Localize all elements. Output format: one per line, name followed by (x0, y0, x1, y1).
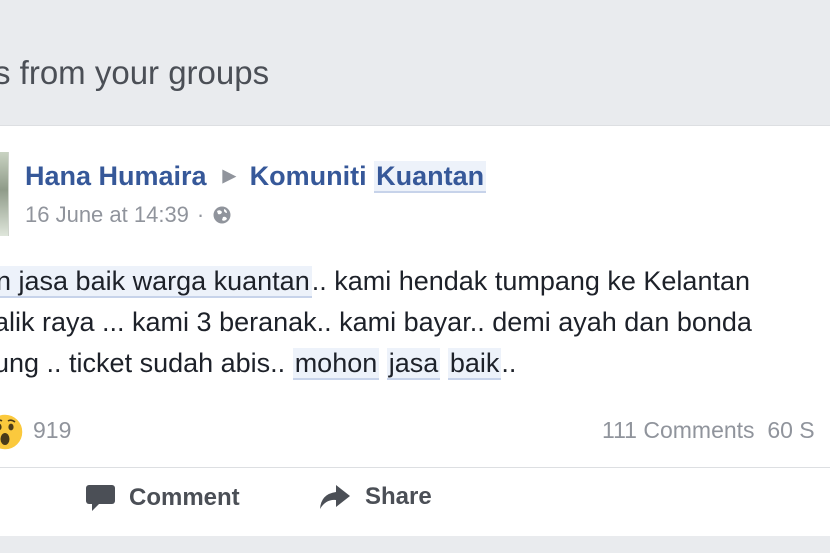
reactions-row: 919 111 Comments 60 S (0, 411, 830, 451)
comment-label: Comment (129, 484, 240, 511)
highlight-word: jasa (386, 348, 441, 380)
post-card: Hana Humaira ▶ Komuniti Kuantan 16 June … (0, 125, 830, 537)
meta-separator: · (196, 202, 205, 227)
globe-icon[interactable] (212, 205, 232, 225)
section-header: s from your groups (0, 0, 830, 125)
action-bar: e Comment Share (0, 471, 830, 531)
post-text: ung .. ticket sudah abis.. (0, 348, 293, 378)
post-line-1: n jasa baik warga kuantan.. kami hendak … (0, 261, 830, 302)
highlight-word: mohon (292, 348, 380, 380)
post-body: n jasa baik warga kuantan.. kami hendak … (0, 261, 830, 384)
wow-reaction-icon[interactable] (0, 413, 24, 451)
post-header: Hana Humaira ▶ Komuniti Kuantan (25, 157, 487, 195)
comment-icon (86, 485, 115, 511)
group-name-highlight[interactable]: Kuantan (374, 160, 487, 193)
group-link[interactable]: Komuniti Kuantan (250, 160, 487, 193)
comments-shares-count[interactable]: 111 Comments 60 S (602, 417, 815, 444)
highlight-phrase: n jasa baik warga kuantan (0, 266, 312, 298)
share-label: Share (365, 483, 432, 510)
section-title: s from your groups (0, 54, 270, 91)
comments-count[interactable]: 111 Comments (602, 417, 755, 443)
avatar[interactable] (0, 152, 9, 236)
group-name-prefix[interactable]: Komuniti (250, 161, 367, 191)
post-text: .. kami hendak tumpang ke Kelantan (311, 266, 750, 296)
bottom-strip (0, 536, 830, 553)
share-button[interactable]: Share (318, 483, 432, 511)
post-text: .. (501, 348, 517, 378)
divider (0, 467, 830, 468)
shares-count[interactable]: 60 S (767, 417, 814, 443)
author-name[interactable]: Hana Humaira (25, 161, 207, 192)
post-timestamp[interactable]: 16 June at 14:39 (25, 202, 189, 228)
post-meta: 16 June at 14:39 · (25, 202, 232, 228)
post-line-3: ung .. ticket sudah abis.. mohon jasa ba… (0, 343, 830, 384)
reaction-count[interactable]: 919 (33, 417, 71, 444)
arrow-right-icon: ▶ (222, 166, 236, 185)
highlight-word: baik (447, 348, 502, 380)
share-icon (320, 485, 350, 509)
post-line-2: alik raya ... kami 3 beranak.. kami baya… (0, 307, 752, 337)
comment-button[interactable]: Comment (85, 483, 240, 513)
